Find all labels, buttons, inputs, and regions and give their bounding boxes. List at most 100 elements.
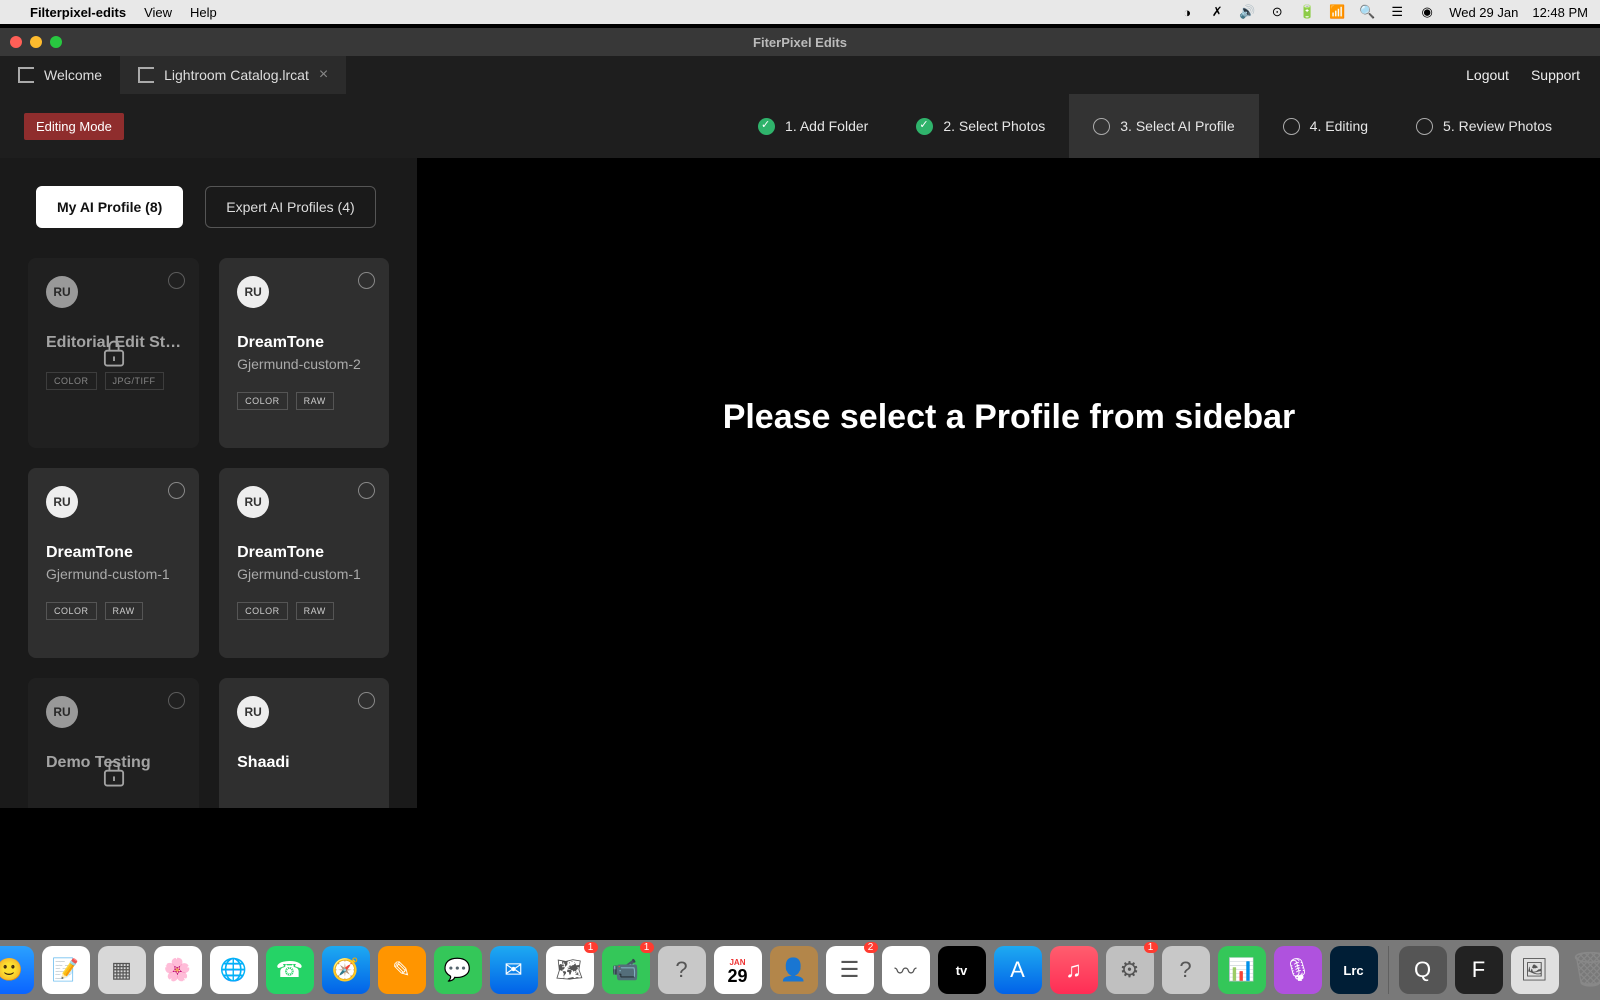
tab-welcome[interactable]: Welcome (0, 56, 120, 94)
dock-icon-messages[interactable]: 💬 (434, 946, 482, 994)
dock-badge: 2 (864, 942, 878, 953)
dock-icon-help2[interactable]: ? (1162, 946, 1210, 994)
dock-icon-podcasts[interactable]: 🎙 (1274, 946, 1322, 994)
menubar-date[interactable]: Wed 29 Jan (1449, 5, 1518, 20)
dock-icon-lrc[interactable]: Lrc (1330, 946, 1378, 994)
status-x-icon[interactable]: ✗ (1209, 4, 1225, 20)
main-pane: Please select a Profile from sidebar (418, 158, 1600, 808)
dock-icon-mail[interactable]: ✉ (490, 946, 538, 994)
profile-tag: RAW (296, 392, 334, 410)
workflow-steps: 1. Add Folder 2. Select Photos 3. Select… (734, 94, 1576, 158)
dock-area: 🙂📝▦🌸🌐☎🧭✎💬✉🗺1📹1?JAN29👤☰2〰tvA♫⚙1?📊🎙LrcQF🖼🗑 (0, 908, 1600, 1000)
support-link[interactable]: Support (1531, 67, 1580, 83)
profile-subtitle: Gjermund-custom-1 (46, 566, 181, 582)
window-close-button[interactable] (10, 36, 22, 48)
profile-title: DreamTone (237, 544, 371, 562)
profile-card[interactable]: RUShaadi (219, 678, 389, 808)
dock-icon-facetime[interactable]: 📹1 (602, 946, 650, 994)
dock-icon-finder[interactable]: 🙂 (0, 946, 34, 994)
dock-icon-notes[interactable]: 📝 (42, 946, 90, 994)
control-center-icon[interactable]: ☰ (1389, 4, 1405, 20)
profile-select-radio[interactable] (358, 482, 375, 499)
logout-link[interactable]: Logout (1466, 67, 1509, 83)
editing-mode-pill[interactable]: Editing Mode (24, 113, 124, 140)
lock-icon (28, 678, 199, 808)
profile-select-radio[interactable] (358, 692, 375, 709)
status-app-icon[interactable]: ◑ (1179, 4, 1195, 20)
dock-icon-maps[interactable]: 🗺1 (546, 946, 594, 994)
spotlight-icon[interactable]: 🔍 (1359, 4, 1375, 20)
dock-icon-whatsapp[interactable]: ☎ (266, 946, 314, 994)
profile-select-radio[interactable] (168, 482, 185, 499)
step-select-photos[interactable]: 2. Select Photos (892, 94, 1069, 158)
dock: 🙂📝▦🌸🌐☎🧭✎💬✉🗺1📹1?JAN29👤☰2〰tvA♫⚙1?📊🎙LrcQF🖼🗑 (0, 940, 1600, 1000)
app-window: FiterPixel Edits Welcome Lightroom Catal… (0, 28, 1600, 808)
step-select-ai-profile[interactable]: 3. Select AI Profile (1069, 94, 1258, 158)
dock-icon-trash[interactable]: 🗑 (1567, 946, 1600, 994)
dock-icon-music[interactable]: ♫ (1050, 946, 1098, 994)
dock-icon-photos[interactable]: 🌸 (154, 946, 202, 994)
dock-icon-pages[interactable]: ✎ (378, 946, 426, 994)
dock-icon-filterpixel[interactable]: F (1455, 946, 1503, 994)
profile-card[interactable]: RUEditorial Edit St…COLORJPG/TIFF (28, 258, 199, 448)
profile-card[interactable]: RUDemo Testing (28, 678, 199, 808)
step-pending-icon (1283, 118, 1300, 135)
tab-catalog[interactable]: Lightroom Catalog.lrcat × (120, 56, 346, 94)
profile-grid: RUEditorial Edit St…COLORJPG/TIFFRUDream… (28, 258, 389, 808)
battery-icon[interactable]: 🔋 (1299, 4, 1315, 20)
dock-icon-contacts[interactable]: 👤 (770, 946, 818, 994)
dock-separator (1388, 946, 1389, 994)
dock-icon-preview[interactable]: 🖼 (1511, 946, 1559, 994)
step-add-folder[interactable]: 1. Add Folder (734, 94, 892, 158)
menubar-item-help[interactable]: Help (190, 5, 217, 20)
dock-icon-numbers[interactable]: 📊 (1218, 946, 1266, 994)
dock-icon-help[interactable]: ? (658, 946, 706, 994)
avatar: RU (237, 696, 269, 728)
profile-card[interactable]: RUDreamToneGjermund-custom-1COLORRAW (219, 468, 389, 658)
profile-tag: RAW (296, 602, 334, 620)
macos-menubar: Filterpixel-edits View Help ◑ ✗ 🔊 ⊙ 🔋 📶 … (0, 0, 1600, 24)
tab-expert-ai-profiles[interactable]: Expert AI Profiles (4) (205, 186, 375, 228)
dock-badge: 1 (584, 942, 598, 953)
tab-my-ai-profile[interactable]: My AI Profile (8) (36, 186, 183, 228)
main-empty-message: Please select a Profile from sidebar (723, 398, 1296, 437)
dock-icon-calendar[interactable]: JAN29 (714, 946, 762, 994)
window-minimize-button[interactable] (30, 36, 42, 48)
siri-icon[interactable]: ◉ (1419, 4, 1435, 20)
lock-icon (28, 258, 199, 448)
profile-tags: COLORRAW (237, 602, 371, 620)
menubar-time[interactable]: 12:48 PM (1532, 5, 1588, 20)
profile-select-radio[interactable] (358, 272, 375, 289)
dock-icon-appstore[interactable]: A (994, 946, 1042, 994)
dock-icon-quicktime[interactable]: Q (1399, 946, 1447, 994)
wifi-icon[interactable]: 📶 (1329, 4, 1345, 20)
profile-tag: COLOR (46, 602, 97, 620)
dock-icon-settings[interactable]: ⚙1 (1106, 946, 1154, 994)
dock-icon-appletv[interactable]: tv (938, 946, 986, 994)
dock-icon-reminders[interactable]: ☰2 (826, 946, 874, 994)
menubar-right: ◑ ✗ 🔊 ⊙ 🔋 📶 🔍 ☰ ◉ Wed 29 Jan 12:48 PM (1179, 4, 1588, 20)
dock-icon-launchpad[interactable]: ▦ (98, 946, 146, 994)
dock-icon-safari[interactable]: 🧭 (322, 946, 370, 994)
fp-logo-icon (138, 67, 154, 83)
profile-tag: RAW (105, 602, 143, 620)
dock-icon-chrome[interactable]: 🌐 (210, 946, 258, 994)
menubar-app-name[interactable]: Filterpixel-edits (30, 5, 126, 20)
dock-badge: 1 (1144, 942, 1158, 953)
dock-icon-freeform[interactable]: 〰 (882, 946, 930, 994)
step-review-photos[interactable]: 5. Review Photos (1392, 94, 1576, 158)
dock-badge: 1 (640, 942, 654, 953)
profile-card[interactable]: RUDreamToneGjermund-custom-1COLORRAW (28, 468, 199, 658)
window-body: My AI Profile (8) Expert AI Profiles (4)… (0, 158, 1600, 808)
profile-tags: COLOR RAW (46, 602, 181, 620)
step-editing[interactable]: 4. Editing (1259, 94, 1392, 158)
tab-label: Lightroom Catalog.lrcat (164, 67, 309, 83)
profile-list-scroll[interactable]: RUEditorial Edit St…COLORJPG/TIFFRUDream… (0, 238, 417, 808)
profile-type-tabs: My AI Profile (8) Expert AI Profiles (4) (0, 158, 417, 238)
volume-icon[interactable]: 🔊 (1239, 4, 1255, 20)
play-icon[interactable]: ⊙ (1269, 4, 1285, 20)
tab-close-button[interactable]: × (319, 66, 328, 84)
profile-card[interactable]: RUDreamToneGjermund-custom-2COLORRAW (219, 258, 389, 448)
window-maximize-button[interactable] (50, 36, 62, 48)
menubar-item-view[interactable]: View (144, 5, 172, 20)
